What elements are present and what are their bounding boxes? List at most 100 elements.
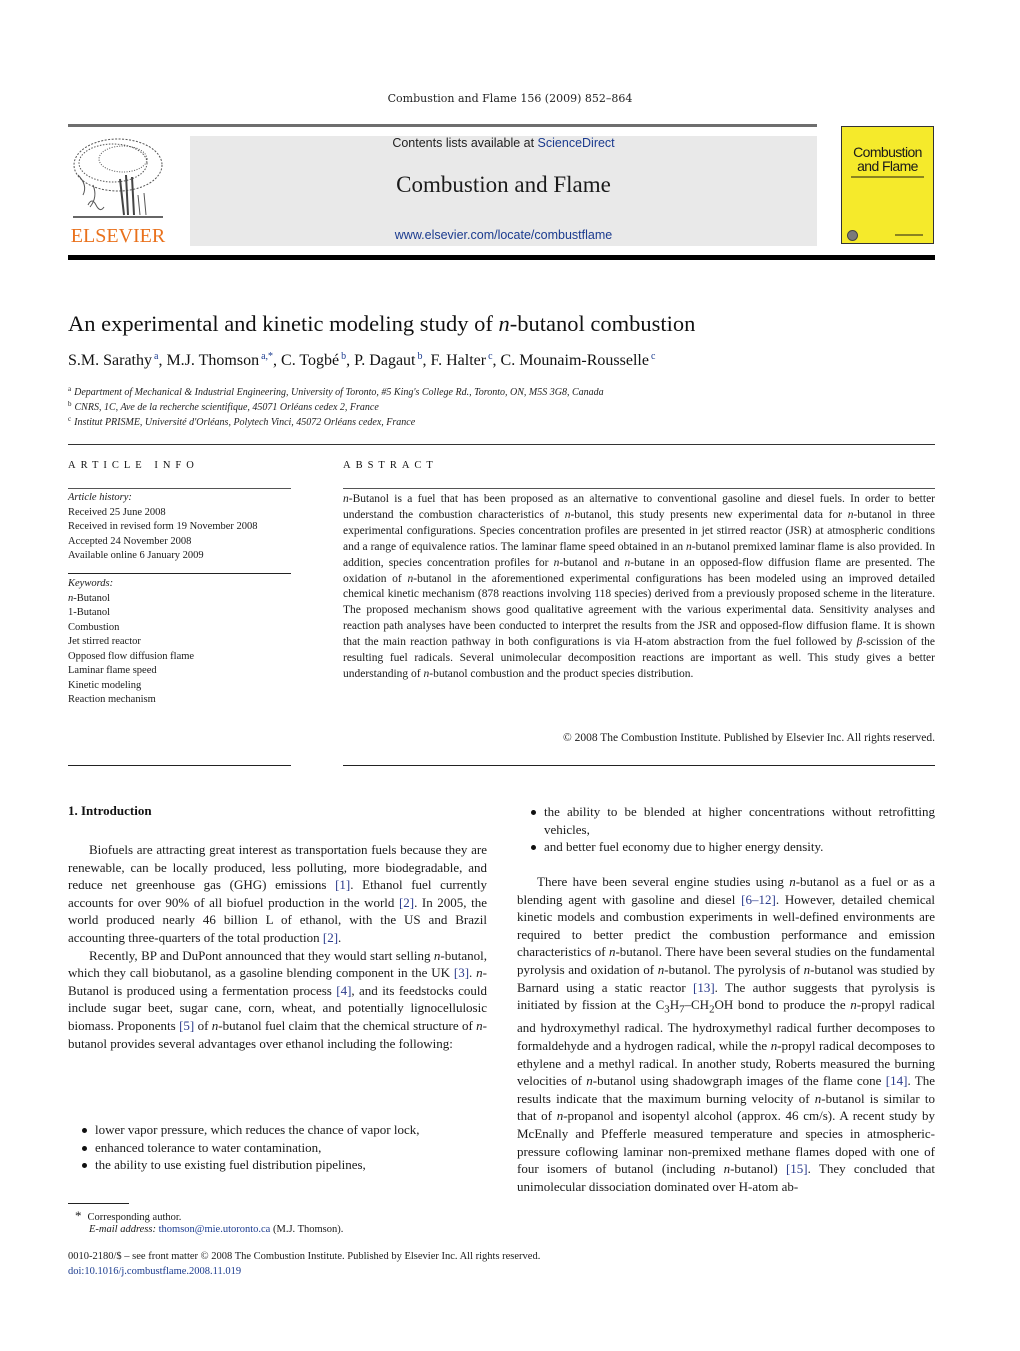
history-label: Article history: (68, 492, 132, 503)
cover-title-line1: Combustion (853, 144, 922, 160)
email-suffix: (M.J. Thomson). (270, 1224, 344, 1235)
abstract-rule (343, 488, 935, 489)
abstract-rule (343, 765, 935, 766)
cover-title: Combustion and Flame (841, 145, 934, 173)
bullet-list: lower vapor pressure, which reduces the … (68, 1121, 487, 1174)
title-part-2: -butanol combustion (509, 311, 696, 336)
body-paragraph: Biofuels are attracting great interest a… (68, 842, 487, 945)
email-label: E-mail address: (89, 1224, 156, 1235)
title-part-1: An experimental and kinetic modeling stu… (68, 311, 499, 336)
title-rule (68, 444, 935, 445)
running-head: Combustion and Flame 156 (2009) 852–864 (387, 92, 633, 105)
keyword-list: n-Butanol 1-Butanol Combustion Jet stirred … (68, 592, 194, 708)
abstract-heading: ABSTRACT (343, 460, 438, 471)
keyword-item: Reaction mechanism (68, 694, 156, 705)
keyword-item: Kinetic modeling (68, 679, 142, 691)
email-link[interactable]: thomson@mie.utoronto.ca (159, 1224, 271, 1235)
publisher-wordmark: ELSEVIER (70, 225, 166, 247)
corresponding-author-note: * Corresponding author. (75, 1208, 181, 1224)
affiliation-c: c Institut PRISME, Université d'Orléans, … (68, 415, 415, 428)
journal-url-link[interactable]: www.elsevier.com/locate/combustflame (190, 228, 817, 242)
bullet-item: the ability to be blended at higher conc… (517, 803, 935, 838)
citation-link[interactable]: [14] (886, 1073, 908, 1088)
author-affiliation-link[interactable]: b (341, 351, 346, 362)
keyword-item: Combustion (68, 621, 120, 633)
author-affiliation-link[interactable]: b (417, 351, 422, 362)
article-info-heading: ARTICLE INFO (68, 460, 199, 471)
cover-subtitle-line (851, 176, 924, 178)
citation-link[interactable]: [2] (399, 895, 414, 910)
keyword-item: n-Butanol (68, 592, 110, 604)
bullet-item: and better fuel economy due to higher en… (517, 838, 935, 856)
author-affiliation-link[interactable]: c (651, 351, 655, 362)
citation-link[interactable]: [2] (323, 930, 338, 945)
info-rule (68, 488, 291, 489)
article-title: An experimental and kinetic modeling stu… (68, 311, 695, 337)
history-item: Received in revised form 19 November 200… (68, 521, 258, 532)
body-column-right: There have been several engine studies u… (517, 873, 935, 1195)
footnote-star: * (75, 1208, 82, 1223)
author-affiliation-link[interactable]: a (154, 351, 158, 362)
author-name: F. Halter (430, 352, 487, 369)
history-item: Received 25 June 2008 (68, 506, 166, 518)
affiliation-mark: a (68, 385, 72, 393)
contents-prefix: Contents lists available at (392, 136, 538, 150)
author-name: C. Mounaim-Rousselle (500, 352, 649, 369)
top-rule (68, 124, 817, 127)
contents-line: Contents lists available at ScienceDirec… (190, 136, 817, 150)
affiliation-mark: b (68, 400, 72, 408)
history-item: Available online 6 January 2009 (68, 550, 204, 561)
citation-link[interactable]: [15] (786, 1161, 808, 1176)
header-thick-rule (68, 255, 935, 260)
author-list: S.M. Sarathy a, M.J. Thomson a,*, C. Togbé… (68, 351, 656, 369)
citation-link[interactable]: [13] (693, 980, 715, 995)
bullet-item: enhanced tolerance to water contaminatio… (68, 1139, 487, 1157)
keywords: Keywords: n-Butanol 1-Butanol Combustion Je… (68, 577, 194, 708)
author-affiliation-link[interactable]: c (488, 351, 492, 362)
keywords-label: Keywords: (68, 578, 114, 589)
citation-link[interactable]: [5] (179, 1018, 194, 1033)
section-heading: 1. Introduction (68, 803, 152, 818)
journal-title: Combustion and Flame (396, 172, 611, 197)
cover-emblem-icon (847, 230, 858, 241)
keyword-item: Jet stirred reactor (68, 636, 141, 647)
body-column-left: Biofuels are attracting great interest a… (68, 841, 487, 1052)
keyword-item: Laminar flame speed (68, 665, 157, 676)
affiliation-a: a Department of Mechanical & Industrial E… (68, 385, 604, 398)
author-name: M.J. Thomson (166, 352, 260, 369)
info-rule (68, 573, 291, 574)
email-note: E-mail address: thomson@mie.utoronto.ca … (89, 1224, 343, 1235)
history-item: Accepted 24 November 2008 (68, 535, 192, 547)
article-history: Article history: Received 25 June 2008 R… (68, 491, 258, 564)
bullet-list: the ability to be blended at higher conc… (517, 803, 935, 856)
author-name: S.M. Sarathy (68, 352, 152, 369)
author-name: P. Dagaut (354, 352, 416, 369)
info-rule (68, 765, 291, 766)
affiliation-text: Institut PRISME, Université d'Orléans, P… (74, 417, 416, 428)
citation-link[interactable]: [1] (335, 877, 350, 892)
bullet-item: the ability to use existing fuel distrib… (68, 1156, 487, 1174)
keyword-item: Opposed flow diffusion flame (68, 650, 195, 662)
body-paragraph: There have been several engine studies u… (517, 874, 936, 1194)
body-paragraph: Recently, BP and DuPont announced that t… (68, 947, 487, 1051)
citation-link[interactable]: [4] (336, 983, 351, 998)
doi-link[interactable]: doi:10.1016/j.combustflame.2008.11.019 (68, 1266, 241, 1277)
author-affiliation-link[interactable]: a,* (261, 351, 273, 362)
cover-imprint-line (895, 234, 923, 236)
keyword-item: 1-Butanol (68, 607, 110, 618)
affiliation-text: Department of Mechanical & Industrial En… (74, 387, 604, 398)
sciencedirect-link[interactable]: ScienceDirect (538, 136, 615, 150)
citation-link[interactable]: [6–12] (741, 892, 776, 907)
affiliation-b: b CNRS, 1C, Ave de la recherche scientifi… (68, 400, 379, 413)
abstract-text: n-Butanol is a fuel that has been propos… (343, 493, 935, 680)
affiliation-text: CNRS, 1C, Ave de la recherche scientifiq… (74, 402, 379, 413)
abstract-copyright: © 2008 The Combustion Institute. Publish… (562, 732, 935, 744)
title-italic: n (498, 311, 510, 336)
front-matter: 0010-2180/$ – see front matter © 2008 Th… (68, 1251, 541, 1262)
corresponding-label: Corresponding author. (87, 1212, 182, 1223)
footnote-rule (68, 1203, 129, 1204)
cover-title-line2: and Flame (857, 158, 918, 174)
author-name: C. Togbé (281, 352, 340, 369)
citation-link[interactable]: [3] (454, 965, 469, 980)
bullet-item: lower vapor pressure, which reduces the … (68, 1121, 487, 1139)
